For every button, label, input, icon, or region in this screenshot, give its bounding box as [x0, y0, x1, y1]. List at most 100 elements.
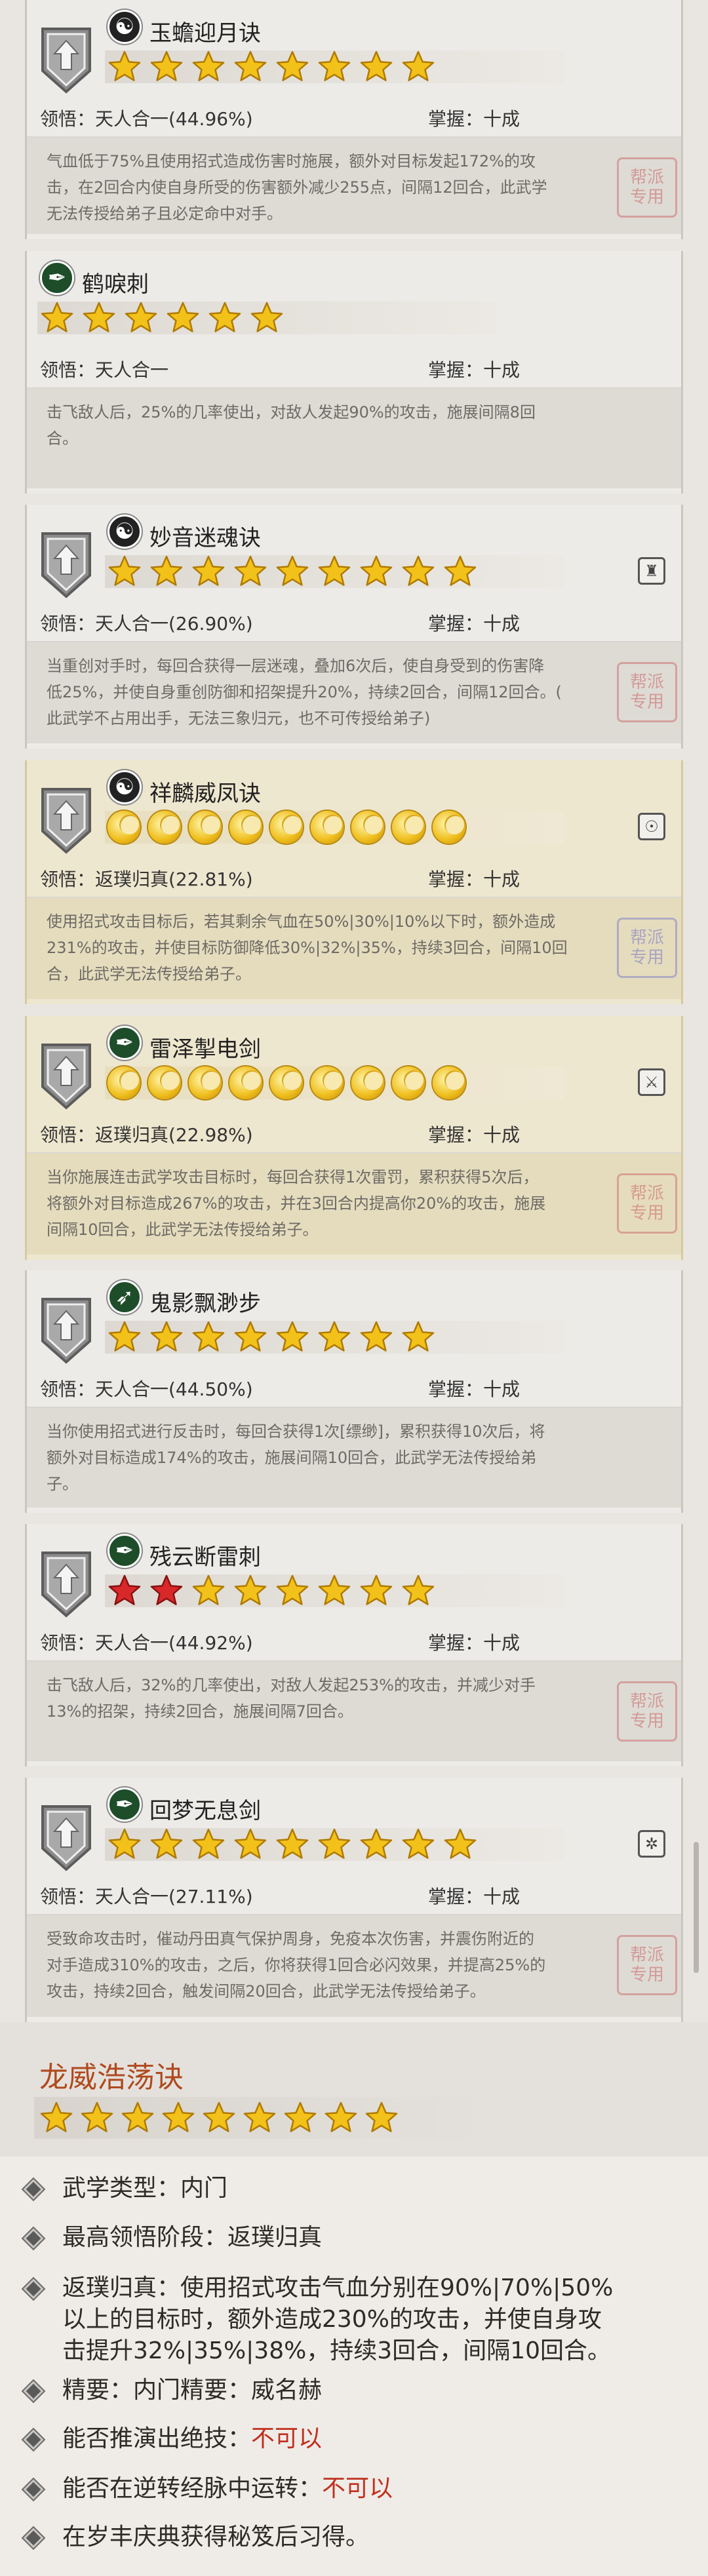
star-icon: [276, 1321, 309, 1352]
star-icon: [276, 1828, 309, 1859]
star-icon: [192, 1574, 225, 1605]
detail-line: 精要：内门精要：威名赫: [62, 2375, 322, 2406]
school-badge-icon: ☯: [108, 770, 142, 804]
star-icon: [276, 1574, 309, 1605]
skill-card[interactable]: ✒ 回梦无息剑 ✲ 领悟：天人合一(27.11%) 掌握：十成 受致命攻击时，催动丹田真气…: [25, 1778, 683, 2022]
star-icon: [108, 1321, 141, 1352]
star-icon: [108, 555, 141, 586]
upgrade-shield-icon[interactable]: [39, 1804, 94, 1872]
divider: [27, 1152, 681, 1154]
red-star-icon: [150, 1574, 183, 1605]
moon-icon: [311, 1066, 344, 1099]
skill-title: 回梦无息剑: [149, 1798, 261, 1824]
star-icon: [402, 1828, 435, 1859]
star-icon: [40, 2101, 73, 2132]
skill-type-icon[interactable]: ☉: [638, 813, 665, 840]
skill-rating: [40, 300, 284, 336]
star-icon: [83, 302, 115, 332]
comprehension-label: 领悟：天人合一: [40, 359, 169, 381]
comprehension-label: 领悟：返璞归真(22.98%): [40, 1124, 253, 1146]
bullet-icon: [23, 2179, 44, 2200]
moon-icon: [148, 811, 181, 844]
divider: [27, 1914, 681, 1915]
star-icon: [276, 50, 309, 81]
upgrade-shield-icon[interactable]: [39, 531, 94, 599]
skill-card[interactable]: ☯ 祥麟威凤诀 ☉ 领悟：返璞归真(22.81%) 掌握：十成 使用招式攻击目标后，若其剩…: [25, 760, 683, 1004]
skill-detail-panel: 龙威浩荡诀 武学类型：内门 最高领悟阶段：返璞归真 返璞归真：使用招式攻击气血分别在…: [0, 2022, 708, 2576]
star-icon: [167, 302, 199, 332]
skill-card[interactable]: ➶ 鬼影飘渺步 领悟：天人合一(44.50%) 掌握：十成 当你使用招式进行反击时，每回…: [25, 1270, 683, 1513]
skill-rating: [108, 49, 435, 85]
school-badge-icon: ✒: [108, 1787, 142, 1822]
divider: [27, 1407, 681, 1408]
bullet-icon: [23, 2278, 44, 2299]
skill-rating: [108, 1065, 465, 1101]
skill-list[interactable]: ☯ 玉蟾迎月诀 领悟：天人合一(44.96%) 掌握：十成 气血低于75%且使用招式造成…: [25, 0, 683, 2022]
guild-seal: 帮派 专用: [617, 157, 677, 218]
upgrade-shield-icon[interactable]: [39, 1550, 94, 1618]
guild-seal: 帮派 专用: [617, 918, 677, 978]
moon-icon: [189, 811, 222, 844]
guild-seal: 帮派 专用: [617, 662, 677, 722]
school-badge-icon: ✒: [40, 261, 74, 295]
mastery-label: 掌握：十成: [428, 359, 521, 381]
school-badge-icon: ✒: [108, 1026, 142, 1060]
skill-type-icon[interactable]: ✲: [638, 1830, 665, 1858]
star-icon: [360, 1574, 393, 1605]
scrollbar[interactable]: [694, 1842, 699, 1973]
moon-icon: [229, 1066, 262, 1099]
star-icon: [402, 555, 435, 586]
star-icon: [234, 1321, 267, 1352]
comprehension-label: 领悟：返璞归真(22.81%): [40, 868, 253, 890]
skill-type-icon[interactable]: ♜: [638, 557, 665, 585]
mastery-label: 掌握：十成: [428, 1124, 521, 1146]
moon-icon: [351, 811, 384, 844]
star-icon: [81, 2101, 113, 2132]
star-icon: [108, 1828, 141, 1859]
skill-card[interactable]: ✒ 残云断雷刺 领悟：天人合一(44.92%) 掌握：十成 击飞敌人后，32%的几率使出…: [25, 1524, 683, 1766]
skill-type-icon[interactable]: ⚔: [638, 1068, 665, 1096]
star-icon: [318, 1828, 351, 1859]
skill-card[interactable]: ✒ 雷泽掣电剑 ⚔ 领悟：返璞归真(22.98%) 掌握：十成 当你施展连击武学攻击目标时…: [25, 1016, 683, 1260]
star-icon: [162, 2101, 195, 2132]
skill-title: 残云断雷刺: [149, 1544, 261, 1571]
skill-title: 祥麟威凤诀: [149, 781, 261, 807]
detail-line-text: 武学类型：内门: [62, 2175, 228, 2202]
skill-card[interactable]: ✒ 鹤唳刺 领悟：天人合一 掌握：十成 击飞敌人后，25%的几率使出，对敌人发起90%的…: [25, 251, 683, 494]
skill-title: 鬼影飘渺步: [149, 1291, 261, 1317]
mastery-label: 掌握：十成: [428, 1632, 521, 1654]
star-icon: [150, 555, 183, 586]
star-icon: [150, 1321, 183, 1352]
moon-icon: [148, 1066, 181, 1099]
skill-card[interactable]: ☯ 妙音迷魂诀 ♜ 领悟：天人合一(26.90%) 掌握：十成 当重创对手时，每回合获得一…: [25, 505, 683, 749]
star-icon: [402, 50, 435, 81]
red-star-icon: [108, 1574, 141, 1605]
star-icon: [365, 2101, 398, 2132]
star-icon: [208, 302, 241, 332]
star-icon: [324, 2101, 357, 2132]
star-icon: [402, 1574, 435, 1605]
skill-description: 气血低于75%且使用招式造成伤害时施展，额外对目标发起172%的攻 击，在2回合…: [47, 152, 547, 223]
skill-title: 妙音迷魂诀: [149, 525, 261, 551]
detail-line: 最高领悟阶段：返璞归真: [62, 2222, 322, 2254]
star-icon: [243, 2101, 276, 2132]
skill-title: 雷泽掣电剑: [149, 1036, 261, 1063]
skill-card[interactable]: ☯ 玉蟾迎月诀 领悟：天人合一(44.96%) 掌握：十成 气血低于75%且使用招式造成…: [25, 0, 683, 239]
detail-line: 返璞归真：使用招式攻击气血分别在90%|70%|50% 以上的目标时，额外造成2…: [62, 2273, 613, 2367]
moon-icon: [189, 1066, 222, 1099]
star-icon: [192, 1321, 225, 1352]
school-badge-icon: ☯: [108, 10, 142, 44]
star-icon: [234, 1828, 267, 1859]
upgrade-shield-icon[interactable]: [39, 1297, 94, 1365]
upgrade-shield-icon[interactable]: [39, 26, 94, 94]
star-icon: [250, 302, 283, 332]
star-icon: [360, 555, 393, 586]
upgrade-shield-icon[interactable]: [39, 787, 94, 855]
comprehension-label: 领悟：天人合一(44.92%): [40, 1632, 253, 1654]
upgrade-shield-icon[interactable]: [39, 1042, 94, 1110]
skill-rating: [108, 1573, 435, 1609]
star-icon: [318, 1321, 351, 1352]
divider: [27, 387, 681, 389]
bullet-icon: [23, 2527, 44, 2548]
skill-title: 鹤唳刺: [82, 271, 149, 298]
